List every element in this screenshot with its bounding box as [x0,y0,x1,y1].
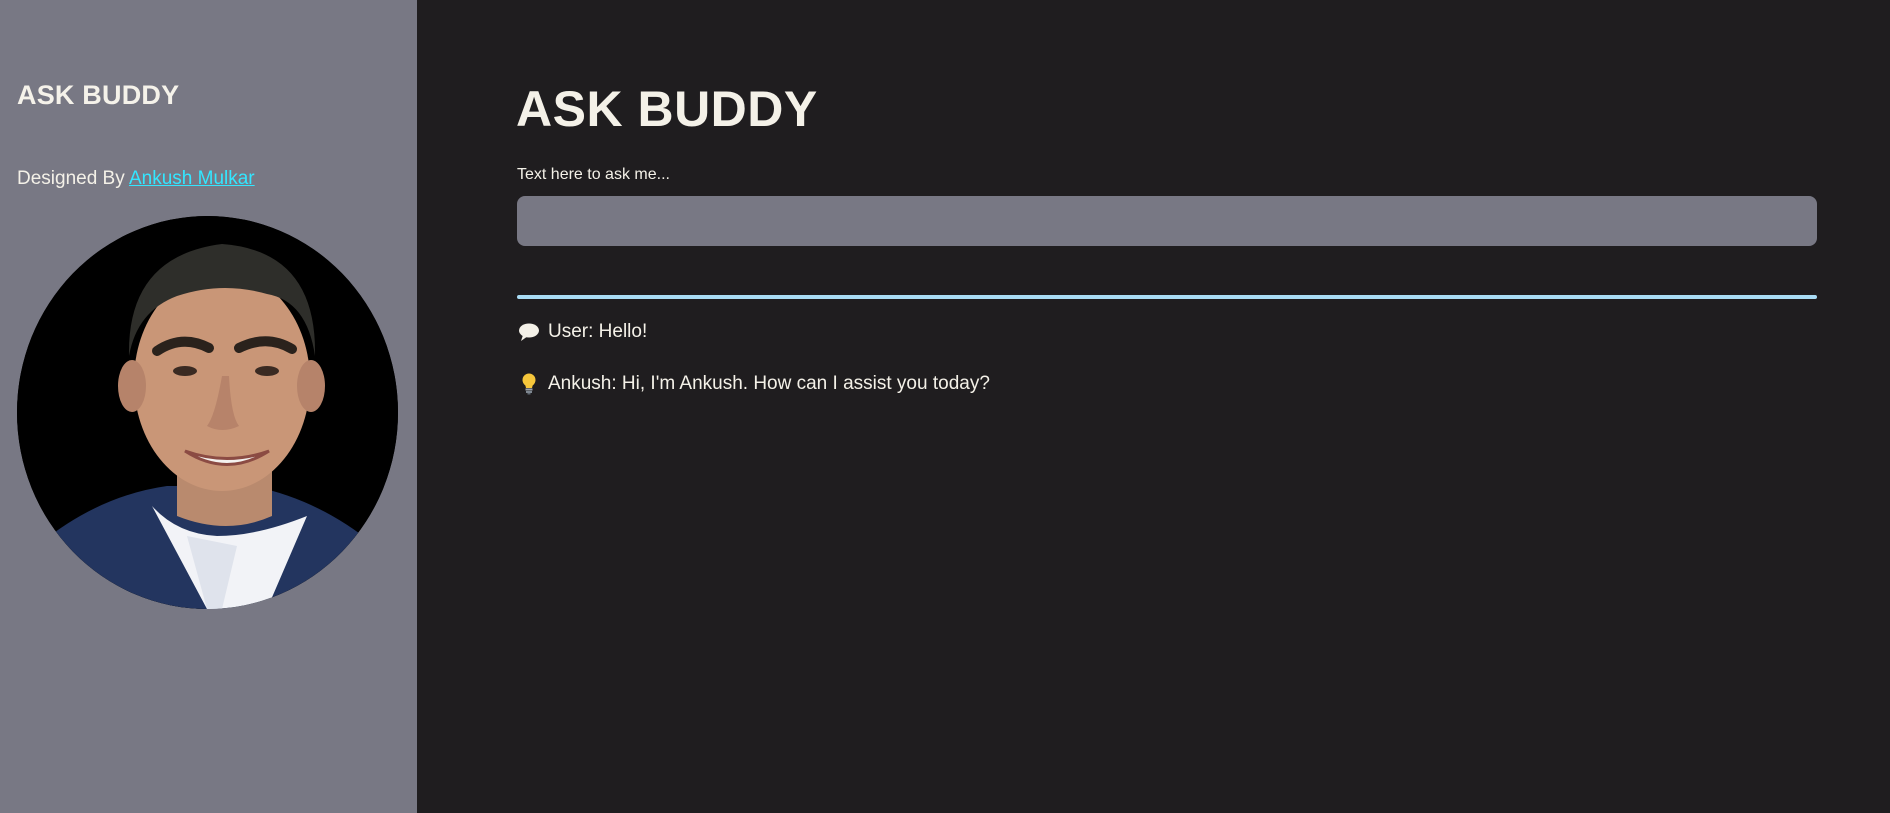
speech-bubble-icon [518,321,540,343]
chat-message-text: User: Hello! [548,321,648,342]
designed-by-label: Designed By [17,168,125,189]
app-root: ASK BUDDY Designed By Ankush Mulkar ASK … [0,0,1890,813]
avatar [17,216,398,609]
divider [517,295,1817,299]
main-panel: ASK BUDDY Text here to ask me... User: H… [417,0,1890,813]
ask-input[interactable] [517,196,1817,246]
designed-by-text: Designed By Ankush Mulkar [17,168,255,190]
chat-message-user: User: Hello! [518,321,647,343]
sidebar-title: ASK BUDDY [17,80,180,110]
input-label: Text here to ask me... [517,166,670,183]
chat-message-bot: Ankush: Hi, I'm Ankush. How can I assist… [518,373,990,395]
sidebar: ASK BUDDY Designed By Ankush Mulkar [0,0,417,813]
lightbulb-icon [518,373,540,395]
author-link[interactable]: Ankush Mulkar [129,168,255,189]
chat-message-text: Ankush: Hi, I'm Ankush. How can I assist… [548,373,990,394]
page-title: ASK BUDDY [516,81,818,137]
avatar-portrait-image [17,216,398,609]
